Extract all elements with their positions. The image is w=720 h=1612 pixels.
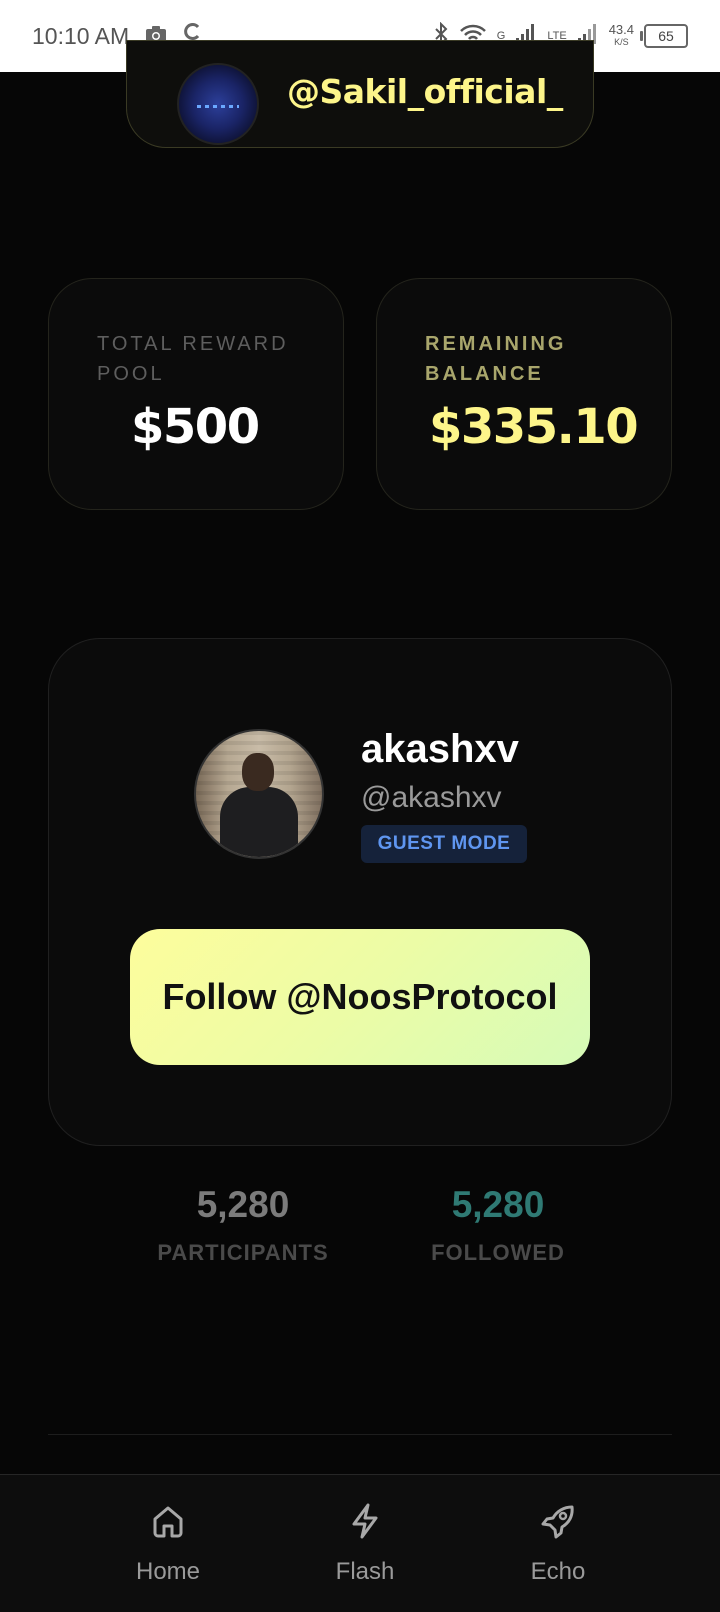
campaign-owner-avatar (177, 63, 259, 145)
guest-mode-badge: GUEST MODE (361, 825, 527, 863)
user-display-name: akashxv (361, 727, 519, 771)
remaining-balance-value: $335.10 (429, 399, 639, 455)
nav-label-home: Home (135, 1558, 201, 1585)
nav-item-flash[interactable]: Flash (295, 1501, 435, 1586)
participants-label: PARTICIPANTS (157, 1240, 329, 1265)
total-reward-pool-card: TOTAL REWARD POOL $500 (48, 278, 344, 510)
campaign-owner-handle: @Sakil_official_ (287, 72, 563, 111)
status-time: 10:10 AM (32, 22, 130, 49)
avatar (194, 729, 324, 859)
nav-label-flash: Flash (335, 1558, 395, 1585)
participants-count: 5,280 (196, 1184, 290, 1225)
user-handle: @akashxv (361, 781, 502, 814)
network-speed-value: 43.4 (608, 22, 634, 37)
total-reward-pool-label: TOTAL REWARD POOL (97, 333, 289, 385)
network-speed-unit: K/S (614, 37, 629, 47)
nav-item-home[interactable]: Home (98, 1501, 238, 1586)
divider (48, 1434, 672, 1435)
battery-icon: 65 (640, 24, 688, 48)
followed-count: 5,280 (451, 1184, 545, 1225)
remaining-balance-label: REMAINING BALANCE (425, 333, 567, 385)
followed-counter: 5,280 FOLLOWED (378, 1184, 618, 1266)
participants-counter: 5,280 PARTICIPANTS (123, 1184, 363, 1266)
lightning-icon (345, 1501, 385, 1546)
home-icon (148, 1501, 188, 1546)
nav-label-echo: Echo (530, 1558, 586, 1585)
battery-level: 65 (658, 28, 674, 44)
campaign-owner-card: @Sakil_official_ (126, 40, 594, 148)
follow-button[interactable]: Follow @NoosProtocol (130, 929, 590, 1065)
nav-item-echo[interactable]: Echo (488, 1501, 628, 1586)
remaining-balance-card: REMAINING BALANCE $335.10 (376, 278, 672, 510)
rocket-icon (538, 1501, 578, 1546)
followed-label: FOLLOWED (431, 1240, 565, 1265)
network-speed: 43.4 K/S (609, 23, 634, 49)
bottom-nav: Home Flash Echo (0, 1474, 720, 1612)
user-card: akashxv @akashxv GUEST MODE Follow @Noos… (48, 638, 672, 1146)
total-reward-pool-value: $500 (131, 399, 260, 455)
